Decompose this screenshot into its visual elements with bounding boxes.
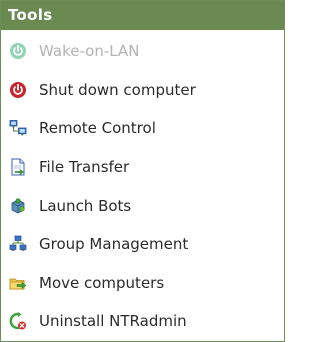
- menu-item-wake-on-lan: Wake-on-LAN: [1, 32, 284, 71]
- menu-item-label: Move computers: [39, 273, 165, 292]
- menu-item-launch-bots[interactable]: Launch Bots: [1, 186, 284, 225]
- move-folder-icon: [9, 274, 27, 292]
- panel-title: Tools: [1, 1, 284, 30]
- menu-item-move-computers[interactable]: Move computers: [1, 264, 284, 303]
- menu-item-label: Wake-on-LAN: [39, 42, 140, 61]
- menu-item-uninstall-ntradmin[interactable]: Uninstall NTRadmin: [1, 302, 284, 341]
- tools-panel: Tools Wake-on-LAN Shut down computer Rem…: [0, 0, 285, 342]
- network-computers-icon: [9, 119, 27, 137]
- power-icon: [9, 42, 27, 60]
- tools-menu: Wake-on-LAN Shut down computer Remote Co…: [1, 30, 284, 341]
- menu-item-label: Group Management: [39, 235, 189, 254]
- group-icon: [9, 235, 27, 253]
- uninstall-icon: [9, 312, 27, 330]
- menu-item-label: Remote Control: [39, 119, 156, 138]
- file-transfer-icon: [9, 158, 27, 176]
- menu-item-file-transfer[interactable]: File Transfer: [1, 148, 284, 187]
- menu-item-group-management[interactable]: Group Management: [1, 225, 284, 264]
- menu-item-label: Shut down computer: [39, 80, 196, 99]
- menu-item-remote-control[interactable]: Remote Control: [1, 109, 284, 148]
- menu-item-label: Uninstall NTRadmin: [39, 312, 187, 331]
- power-icon: [9, 81, 27, 99]
- menu-item-label: File Transfer: [39, 158, 130, 177]
- menu-item-label: Launch Bots: [39, 196, 132, 215]
- menu-item-shut-down-computer[interactable]: Shut down computer: [1, 71, 284, 110]
- bots-icon: [9, 197, 27, 215]
